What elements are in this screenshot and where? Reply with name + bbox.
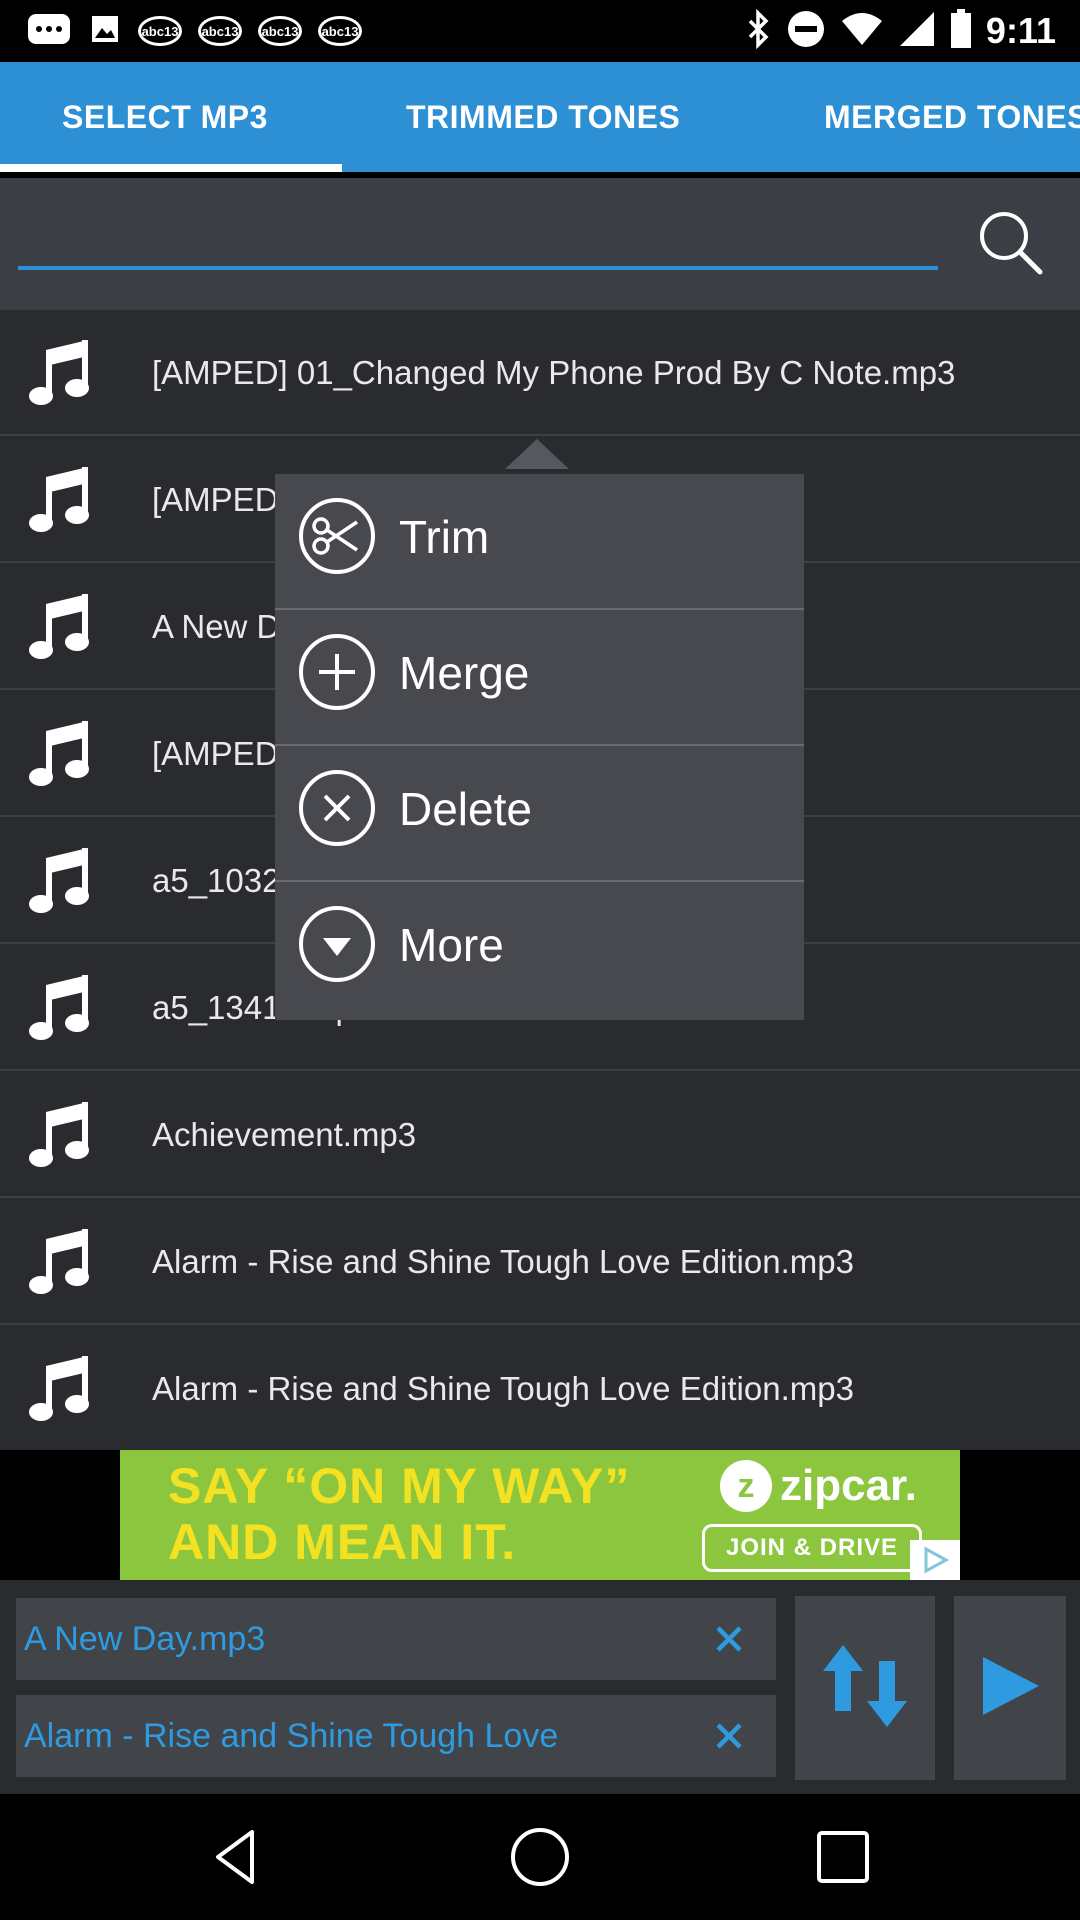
home-icon[interactable]	[507, 1824, 573, 1890]
ad-brand-logo: z zipcar.	[720, 1460, 917, 1512]
context-menu: Trim Merge Delete More	[275, 474, 804, 1020]
bluetooth-icon	[744, 8, 772, 54]
list-item[interactable]: Achievement.mp3	[0, 1072, 1080, 1198]
music-note-icon	[26, 1352, 96, 1426]
signal-icon	[898, 10, 936, 53]
file-name: Achievement.mp3	[152, 1116, 417, 1153]
music-note-icon	[26, 1098, 96, 1172]
tab-indicator	[0, 164, 342, 172]
menu-item-label: Delete	[399, 783, 532, 835]
selected-track-name: A New Day.mp3	[24, 1619, 266, 1658]
ad-brand: zipcar.	[780, 1461, 917, 1510]
ad-cta-button[interactable]: JOIN & DRIVE	[702, 1524, 922, 1572]
music-note-icon	[26, 336, 96, 410]
selection-panel: A New Day.mp3 Alarm - Rise and Shine Tou…	[0, 1580, 1080, 1794]
selected-track-1: A New Day.mp3	[16, 1598, 776, 1680]
tab-select-mp3[interactable]: SELECT MP3	[62, 62, 268, 172]
file-name: a5_1032	[152, 862, 281, 899]
file-name: [AMPED	[152, 735, 279, 772]
ad-banner[interactable]: SAY “ON MY WAY” AND MEAN IT. z zipcar. J…	[120, 1450, 960, 1580]
navigation-bar	[0, 1794, 1080, 1920]
menu-item-label: Trim	[399, 511, 490, 563]
ad-headline-line2: AND MEAN IT.	[168, 1514, 517, 1570]
play-icon	[975, 1651, 1045, 1726]
selected-track-name: Alarm - Rise and Shine Tough Love	[24, 1716, 559, 1755]
back-icon[interactable]	[204, 1824, 270, 1890]
messages-icon	[26, 12, 72, 51]
swap-arrows-icon	[815, 1641, 915, 1736]
menu-item-delete[interactable]: Delete	[275, 746, 804, 882]
battery-icon	[950, 8, 972, 54]
swap-button[interactable]	[795, 1596, 935, 1780]
remove-track-button[interactable]	[706, 1616, 752, 1662]
channel-icon: abc13	[198, 16, 242, 46]
play-button[interactable]	[954, 1596, 1066, 1780]
ad-choices-icon[interactable]	[910, 1540, 960, 1580]
menu-item-trim[interactable]: Trim	[275, 474, 804, 610]
tab-merged-tones[interactable]: MERGED TONES	[824, 62, 1080, 172]
tab-trimmed-tones[interactable]: TRIMMED TONES	[406, 62, 680, 172]
list-item[interactable]: [AMPED] 01_Changed My Phone Prod By C No…	[0, 310, 1080, 436]
list-item[interactable]: Alarm - Rise and Shine Tough Love Editio…	[0, 1199, 1080, 1325]
notification-icons: abc13 abc13 abc13 abc13	[26, 10, 362, 52]
zipcar-logo-icon: z	[720, 1460, 772, 1512]
music-note-icon	[26, 971, 96, 1045]
system-icons: 9:11	[744, 8, 1056, 54]
tab-bar: SELECT MP3 TRIMMED TONES MERGED TONES	[0, 62, 1080, 172]
scissors-icon	[297, 496, 377, 576]
dnd-icon	[786, 9, 826, 54]
popup-arrow	[505, 439, 569, 469]
search-input[interactable]	[18, 208, 938, 270]
menu-item-label: More	[399, 919, 504, 971]
file-name: [AMPED] 01_Changed My Phone Prod By C No…	[152, 354, 956, 391]
close-circle-icon	[297, 768, 377, 848]
recents-icon[interactable]	[810, 1824, 876, 1890]
menu-item-merge[interactable]: Merge	[275, 610, 804, 746]
plus-circle-icon	[297, 632, 377, 712]
search-button[interactable]	[972, 204, 1048, 280]
remove-track-button[interactable]	[706, 1713, 752, 1759]
music-note-icon	[26, 1225, 96, 1299]
file-name: Alarm - Rise and Shine Tough Love Editio…	[152, 1243, 854, 1280]
channel-icon: abc13	[138, 16, 182, 46]
search-bar	[0, 178, 1080, 310]
ad-headline-line1: SAY “ON MY WAY”	[168, 1458, 631, 1514]
channel-icon: abc13	[258, 16, 302, 46]
list-item[interactable]: Alarm - Rise and Shine Tough Love Editio…	[0, 1326, 1080, 1452]
ad-headline: SAY “ON MY WAY” AND MEAN IT.	[168, 1458, 630, 1570]
menu-item-label: Merge	[399, 647, 530, 699]
selected-track-2: Alarm - Rise and Shine Tough Love	[16, 1695, 776, 1777]
music-note-icon	[26, 590, 96, 664]
status-bar: abc13 abc13 abc13 abc13 9:11	[0, 0, 1080, 62]
file-name: [AMPED	[152, 481, 279, 518]
file-name: Alarm - Rise and Shine Tough Love Editio…	[152, 1370, 854, 1407]
clock: 9:11	[985, 10, 1056, 51]
music-note-icon	[26, 463, 96, 537]
music-note-icon	[26, 844, 96, 918]
music-note-icon	[26, 717, 96, 791]
search-icon	[972, 212, 1048, 284]
photo-icon	[88, 12, 122, 51]
menu-item-more[interactable]: More	[275, 882, 804, 1018]
channel-icon: abc13	[318, 16, 362, 46]
wifi-icon	[840, 11, 884, 52]
file-name: A New D	[152, 608, 281, 645]
chevron-down-circle-icon	[297, 904, 377, 984]
